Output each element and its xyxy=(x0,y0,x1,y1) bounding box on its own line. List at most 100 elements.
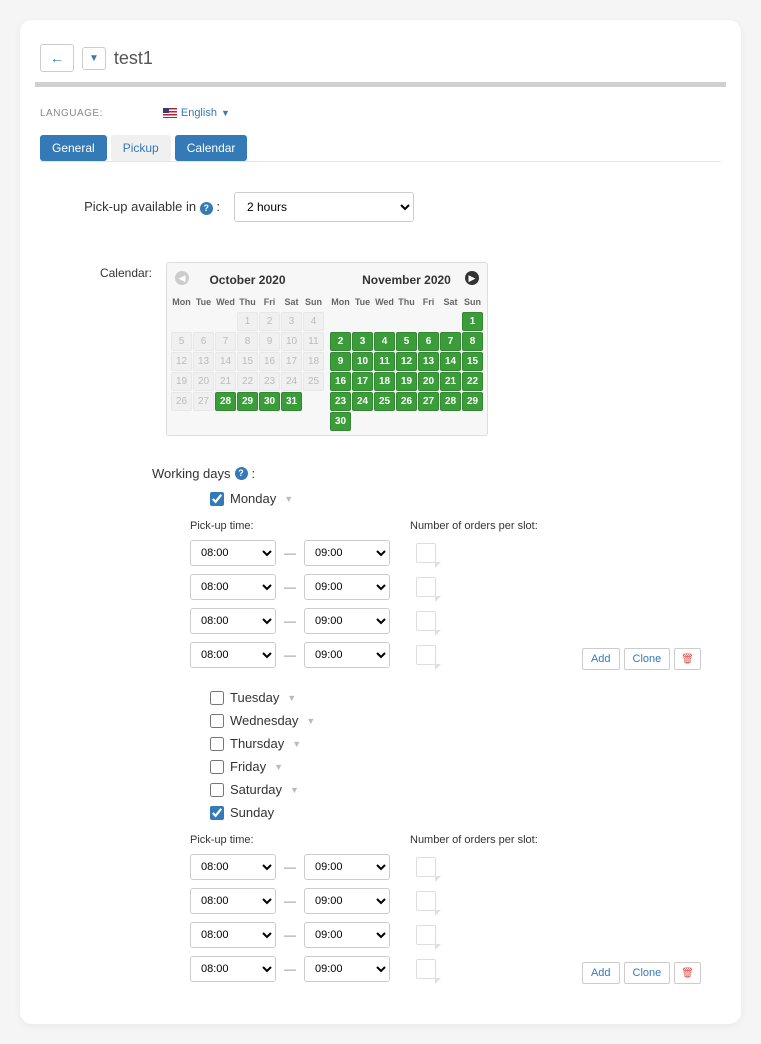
calendar-day[interactable]: 19 xyxy=(171,372,192,391)
time-to-select[interactable]: 09:00 xyxy=(304,540,390,566)
calendar-day[interactable]: 27 xyxy=(418,392,439,411)
tab-calendar[interactable]: Calendar xyxy=(175,135,248,161)
time-to-select[interactable]: 09:00 xyxy=(304,642,390,668)
calendar-day[interactable]: 4 xyxy=(374,332,395,351)
calendar-day[interactable]: 22 xyxy=(462,372,483,391)
time-from-select[interactable]: 08:00 xyxy=(190,540,276,566)
language-selector[interactable]: English ▼ xyxy=(163,107,230,119)
calendar-day[interactable]: 16 xyxy=(259,352,280,371)
calendar-day[interactable]: 21 xyxy=(440,372,461,391)
calendar-day[interactable]: 26 xyxy=(396,392,417,411)
calendar-day[interactable]: 22 xyxy=(237,372,258,391)
time-to-select[interactable]: 09:00 xyxy=(304,956,390,982)
calendar-day[interactable]: 29 xyxy=(237,392,258,411)
calendar-day[interactable]: 24 xyxy=(352,392,373,411)
delete-button[interactable]: 🗑 xyxy=(674,648,701,670)
calendar-day[interactable]: 23 xyxy=(259,372,280,391)
calendar-day[interactable]: 29 xyxy=(462,392,483,411)
tab-pickup[interactable]: Pickup xyxy=(111,135,171,161)
clone-button[interactable]: Clone xyxy=(624,648,671,670)
calendar-day[interactable]: 30 xyxy=(259,392,280,411)
time-from-select[interactable]: 08:00 xyxy=(190,574,276,600)
calendar-day[interactable]: 23 xyxy=(330,392,351,411)
calendar-day[interactable]: 25 xyxy=(303,372,324,391)
checkbox-tuesday[interactable] xyxy=(210,691,224,705)
calendar-day[interactable]: 5 xyxy=(396,332,417,351)
calendar-day[interactable]: 24 xyxy=(281,372,302,391)
time-to-select[interactable]: 09:00 xyxy=(304,574,390,600)
calendar-day[interactable]: 5 xyxy=(171,332,192,351)
time-from-select[interactable]: 08:00 xyxy=(190,956,276,982)
checkbox-sunday[interactable] xyxy=(210,806,224,820)
calendar-day[interactable]: 14 xyxy=(440,352,461,371)
calendar-prev-button[interactable]: ◀ xyxy=(175,271,189,285)
tab-general[interactable]: General xyxy=(40,135,107,161)
calendar-day[interactable]: 2 xyxy=(259,312,280,331)
calendar-day[interactable]: 11 xyxy=(303,332,324,351)
pickup-available-select[interactable]: 2 hours xyxy=(234,192,414,222)
calendar-day[interactable]: 8 xyxy=(237,332,258,351)
time-to-select[interactable]: 09:00 xyxy=(304,922,390,948)
calendar-day[interactable]: 1 xyxy=(462,312,483,331)
calendar-day[interactable]: 10 xyxy=(281,332,302,351)
back-dropdown[interactable]: ▼ xyxy=(82,47,106,70)
orders-per-slot-input[interactable] xyxy=(416,577,436,597)
calendar-day[interactable]: 7 xyxy=(440,332,461,351)
calendar-day[interactable]: 14 xyxy=(215,352,236,371)
day-tuesday[interactable]: Tuesday▼ xyxy=(210,690,681,705)
calendar-day[interactable]: 3 xyxy=(281,312,302,331)
calendar-day[interactable]: 6 xyxy=(193,332,214,351)
checkbox-wednesday[interactable] xyxy=(210,714,224,728)
add-button[interactable]: Add xyxy=(582,962,620,984)
delete-button[interactable]: 🗑 xyxy=(674,962,701,984)
calendar-day[interactable]: 15 xyxy=(237,352,258,371)
calendar-day[interactable]: 6 xyxy=(418,332,439,351)
calendar-day[interactable]: 16 xyxy=(330,372,351,391)
time-from-select[interactable]: 08:00 xyxy=(190,642,276,668)
calendar-day[interactable]: 8 xyxy=(462,332,483,351)
checkbox-monday[interactable] xyxy=(210,492,224,506)
orders-per-slot-input[interactable] xyxy=(416,925,436,945)
calendar-day[interactable]: 7 xyxy=(215,332,236,351)
calendar-day[interactable]: 2 xyxy=(330,332,351,351)
orders-per-slot-input[interactable] xyxy=(416,611,436,631)
calendar-day[interactable]: 15 xyxy=(462,352,483,371)
back-button[interactable]: ← xyxy=(40,44,74,72)
day-monday[interactable]: Monday ▼ xyxy=(210,491,681,506)
calendar-day[interactable]: 28 xyxy=(215,392,236,411)
orders-per-slot-input[interactable] xyxy=(416,891,436,911)
calendar-day[interactable]: 12 xyxy=(171,352,192,371)
calendar-day[interactable]: 13 xyxy=(193,352,214,371)
orders-per-slot-input[interactable] xyxy=(416,959,436,979)
calendar-day[interactable]: 30 xyxy=(330,412,351,431)
day-thursday[interactable]: Thursday▼ xyxy=(210,736,681,751)
day-sunday[interactable]: Sunday xyxy=(210,805,681,820)
calendar-day[interactable]: 17 xyxy=(352,372,373,391)
calendar-day[interactable]: 20 xyxy=(193,372,214,391)
calendar-day[interactable]: 26 xyxy=(171,392,192,411)
calendar-day[interactable]: 9 xyxy=(259,332,280,351)
calendar-day[interactable]: 1 xyxy=(237,312,258,331)
calendar-day[interactable]: 10 xyxy=(352,352,373,371)
calendar-day[interactable]: 12 xyxy=(396,352,417,371)
time-from-select[interactable]: 08:00 xyxy=(190,922,276,948)
calendar-day[interactable]: 13 xyxy=(418,352,439,371)
calendar-day[interactable]: 27 xyxy=(193,392,214,411)
checkbox-friday[interactable] xyxy=(210,760,224,774)
time-from-select[interactable]: 08:00 xyxy=(190,608,276,634)
calendar-day[interactable]: 17 xyxy=(281,352,302,371)
calendar-day[interactable]: 9 xyxy=(330,352,351,371)
calendar-day[interactable]: 4 xyxy=(303,312,324,331)
calendar-day[interactable]: 18 xyxy=(303,352,324,371)
calendar-day[interactable]: 21 xyxy=(215,372,236,391)
calendar-day[interactable]: 31 xyxy=(281,392,302,411)
calendar-day[interactable]: 20 xyxy=(418,372,439,391)
add-button[interactable]: Add xyxy=(582,648,620,670)
day-saturday[interactable]: Saturday▼ xyxy=(210,782,681,797)
calendar-next-button[interactable]: ▶ xyxy=(465,271,479,285)
clone-button[interactable]: Clone xyxy=(624,962,671,984)
time-from-select[interactable]: 08:00 xyxy=(190,888,276,914)
orders-per-slot-input[interactable] xyxy=(416,543,436,563)
day-wednesday[interactable]: Wednesday▼ xyxy=(210,713,681,728)
help-icon[interactable]: ? xyxy=(200,202,213,215)
